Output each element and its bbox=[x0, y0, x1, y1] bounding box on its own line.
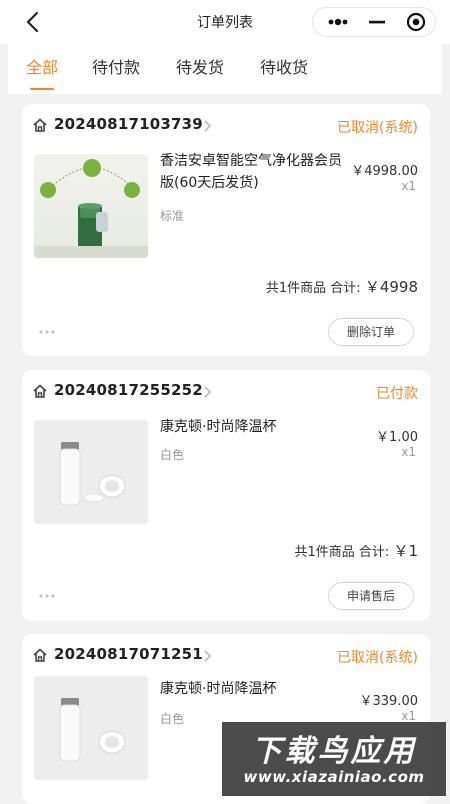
order-status: 已付款 bbox=[376, 386, 418, 402]
delete-order-button[interactable]: 删除订单 bbox=[327, 318, 414, 346]
product-image-air-purifier[interactable] bbox=[34, 154, 148, 258]
chevron-right-icon[interactable] bbox=[202, 384, 212, 400]
store-home-icon bbox=[33, 648, 47, 662]
tab-all[interactable]: 全部 bbox=[26, 56, 59, 90]
order-summary: 共1件商品 合计: ￥1 bbox=[295, 540, 419, 561]
product-spec: 标准 bbox=[160, 209, 185, 223]
more-options-icon[interactable] bbox=[38, 592, 56, 600]
store-home-icon bbox=[33, 384, 47, 398]
product-image-cup[interactable] bbox=[34, 676, 148, 780]
navigation-bar: 订单列表 bbox=[0, 0, 450, 44]
product-quantity: x1 bbox=[401, 179, 416, 193]
watermark-title: 下载鸟应用 bbox=[251, 734, 417, 769]
order-status: 已取消(系统) bbox=[337, 120, 418, 136]
white-cup-image bbox=[34, 420, 148, 524]
order-card[interactable]: 20240817255252 已付款 康克顿·时尚降温杯 白色 ￥1.00 x1… bbox=[22, 370, 430, 621]
order-number[interactable]: 20240817071251 bbox=[54, 645, 203, 663]
tab-label: 全部 bbox=[26, 58, 59, 77]
active-tab-indicator bbox=[30, 88, 55, 90]
minimize-icon[interactable] bbox=[365, 8, 389, 36]
product-price: ￥1.00 bbox=[376, 430, 418, 445]
white-cup-image bbox=[34, 676, 148, 780]
order-summary: 共1件商品 合计: ￥4998 bbox=[266, 276, 418, 297]
total-label: 合计: bbox=[358, 545, 390, 560]
order-status: 已取消(系统) bbox=[337, 650, 418, 666]
more-dots-icon[interactable] bbox=[323, 8, 353, 36]
close-target-icon[interactable] bbox=[403, 8, 429, 36]
total-label: 合计: bbox=[330, 281, 361, 296]
product-image-cup[interactable] bbox=[34, 420, 148, 524]
watermark-logo: 下载鸟应用 www.xiazainiao.com bbox=[222, 722, 446, 796]
order-total: ￥1 bbox=[393, 542, 418, 560]
order-card[interactable]: 20240817103739 已取消(系统) 香洁安卓智能空气净化器会员版(60… bbox=[22, 104, 430, 356]
tab-label: 待付款 bbox=[92, 58, 141, 77]
item-count: 共1件商品 bbox=[265, 281, 327, 296]
order-header: 20240817103739 已取消(系统) bbox=[22, 104, 430, 148]
product-spec: 白色 bbox=[160, 712, 185, 726]
order-header: 20240817071251 已取消(系统) bbox=[22, 634, 430, 678]
order-number[interactable]: 20240817255252 bbox=[54, 381, 203, 399]
product-name[interactable]: 香洁安卓智能空气净化器会员版(60天后发货) bbox=[160, 150, 355, 194]
product-price: ￥4998.00 bbox=[351, 164, 418, 179]
after-sales-button[interactable]: 申请售后 bbox=[327, 582, 414, 610]
watermark-url: www.xiazainiao.com bbox=[243, 768, 425, 786]
chevron-right-icon[interactable] bbox=[202, 118, 212, 134]
tab-pending-receipt[interactable]: 待收货 bbox=[260, 56, 308, 80]
mini-program-capsule bbox=[312, 7, 436, 37]
product-quantity: x1 bbox=[401, 445, 416, 459]
tab-pending-payment[interactable]: 待付款 bbox=[92, 56, 140, 80]
product-quantity: x1 bbox=[401, 709, 416, 723]
order-total: ￥4998 bbox=[364, 278, 418, 296]
product-spec: 白色 bbox=[160, 448, 185, 462]
tab-pending-shipment[interactable]: 待发货 bbox=[176, 56, 224, 80]
item-count: 共1件商品 bbox=[294, 545, 355, 560]
store-home-icon bbox=[33, 118, 47, 132]
chevron-right-icon[interactable] bbox=[202, 648, 212, 664]
air-purifier-image bbox=[34, 154, 148, 258]
order-header: 20240817255252 已付款 bbox=[22, 370, 430, 414]
tab-label: 待收货 bbox=[260, 58, 309, 77]
product-name[interactable]: 康克顿·时尚降温杯 bbox=[160, 416, 355, 438]
product-price: ￥339.00 bbox=[359, 694, 419, 709]
order-number[interactable]: 20240817103739 bbox=[54, 115, 203, 133]
order-status-tabs: 全部 待付款 待发货 待收货 bbox=[8, 44, 442, 94]
product-name[interactable]: 康克顿·时尚降温杯 bbox=[160, 678, 355, 700]
tab-label: 待发货 bbox=[176, 58, 225, 77]
more-options-icon[interactable] bbox=[38, 328, 56, 336]
